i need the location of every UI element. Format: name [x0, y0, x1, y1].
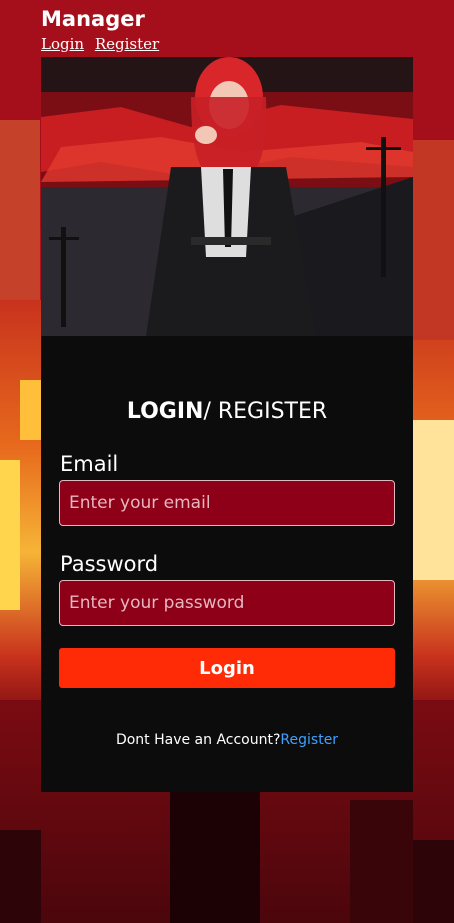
brand-title: Manager [41, 7, 145, 31]
password-field[interactable] [59, 580, 395, 626]
title-register: / REGISTER [203, 399, 328, 424]
form-title: LOGIN/ REGISTER [41, 399, 413, 424]
top-nav: Login Register [41, 35, 165, 53]
signup-prompt: Dont Have an Account?Register [41, 732, 413, 748]
anime-character-illustration [41, 57, 413, 336]
email-label: Email [60, 452, 119, 476]
auth-card: LOGIN/ REGISTER Email Password Login Don… [41, 57, 413, 792]
signup-prompt-text: Dont Have an Account? [115, 732, 281, 748]
nav-register-link[interactable]: Register [95, 35, 159, 53]
login-button[interactable]: Login [59, 648, 395, 688]
top-header: Manager Login Register [41, 5, 165, 53]
title-login: LOGIN [126, 399, 204, 424]
hero-image [41, 57, 413, 336]
register-link[interactable]: Register [280, 732, 338, 748]
email-field[interactable] [59, 480, 395, 526]
password-label: Password [60, 552, 159, 576]
nav-login-link[interactable]: Login [41, 35, 84, 53]
